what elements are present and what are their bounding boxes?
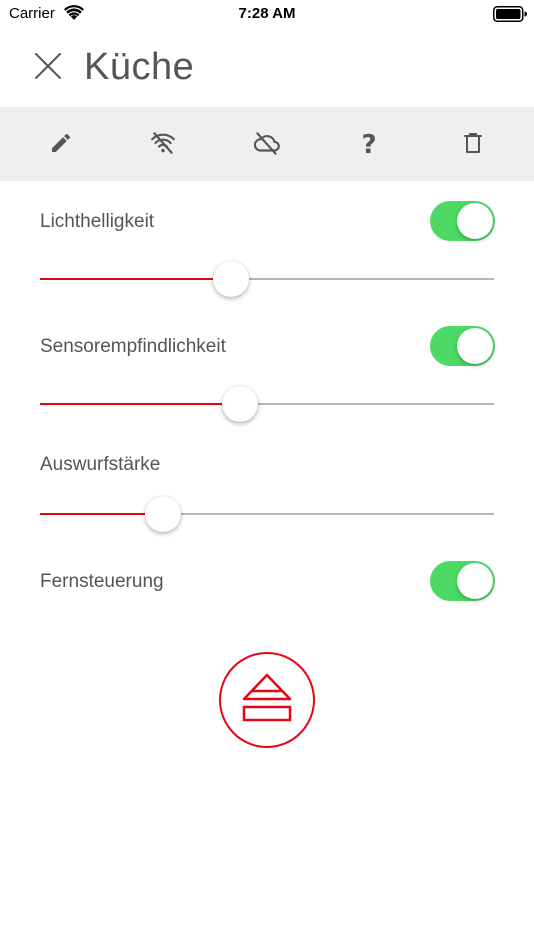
cloud-off-button[interactable] bbox=[245, 123, 289, 167]
slider-fill bbox=[40, 403, 240, 405]
lichthelligkeit-toggle[interactable] bbox=[430, 201, 495, 241]
status-bar: Carrier 7:28 AM bbox=[0, 0, 534, 30]
slider-thumb[interactable] bbox=[221, 386, 258, 422]
cloud-off-icon bbox=[252, 130, 282, 161]
wifi-off-icon bbox=[150, 130, 176, 161]
sensorempfindlichkeit-toggle[interactable] bbox=[430, 326, 495, 366]
slider-thumb[interactable] bbox=[144, 496, 181, 532]
auswurfstaerke-label: Auswurfstärke bbox=[40, 454, 161, 475]
toggle-knob bbox=[457, 563, 493, 599]
wifi-off-button[interactable] bbox=[141, 123, 185, 167]
eject-button[interactable] bbox=[219, 652, 315, 748]
help-button[interactable]: ? bbox=[347, 123, 391, 167]
toggle-knob bbox=[457, 203, 493, 239]
lichthelligkeit-slider[interactable] bbox=[40, 259, 494, 299]
close-icon bbox=[34, 52, 62, 85]
auswurfstaerke-slider[interactable] bbox=[40, 494, 494, 534]
pencil-icon bbox=[49, 131, 73, 160]
sensorempfindlichkeit-label: Sensorempfindlichkeit bbox=[40, 336, 226, 357]
fernsteuerung-label: Fernsteuerung bbox=[40, 571, 164, 592]
sensorempfindlichkeit-slider[interactable] bbox=[40, 384, 494, 424]
toolbar: ? bbox=[0, 107, 534, 181]
header: Küche bbox=[0, 30, 534, 107]
status-time: 7:28 AM bbox=[238, 5, 296, 22]
edit-button[interactable] bbox=[39, 123, 83, 167]
slider-thumb[interactable] bbox=[212, 261, 249, 297]
slider-fill bbox=[40, 278, 231, 280]
help-icon: ? bbox=[361, 130, 377, 160]
battery-icon bbox=[493, 6, 527, 22]
trash-icon bbox=[462, 131, 484, 160]
toggle-knob bbox=[457, 328, 493, 364]
lichthelligkeit-label: Lichthelligkeit bbox=[40, 211, 155, 232]
close-button[interactable] bbox=[26, 46, 70, 90]
delete-button[interactable] bbox=[451, 123, 495, 167]
eject-icon bbox=[237, 671, 297, 730]
fernsteuerung-toggle[interactable] bbox=[430, 561, 495, 601]
page-title: Küche bbox=[84, 46, 195, 88]
